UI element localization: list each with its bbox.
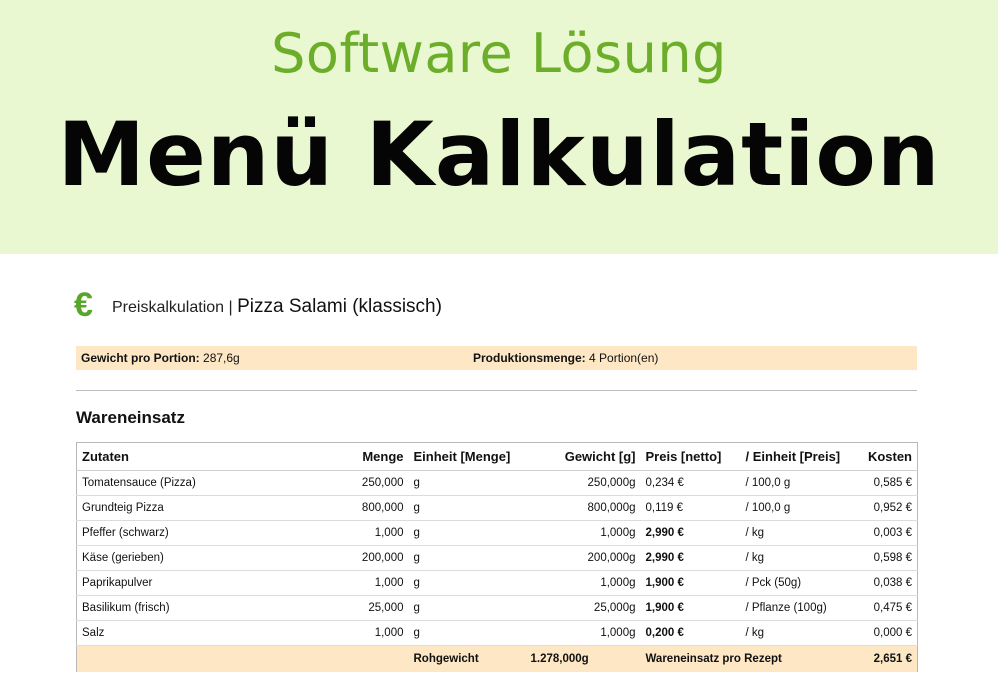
- section-title: Wareneinsatz: [76, 408, 185, 427]
- production-value: 4 Portion(en): [589, 351, 659, 365]
- cell-einheit: g: [408, 495, 525, 521]
- cell-kosten: 0,585 €: [858, 470, 918, 496]
- cell-kosten: 0,952 €: [858, 495, 918, 521]
- cell-einheit-preis: / Pflanze (100g): [740, 595, 859, 621]
- cell-preis: 0,200 €: [640, 620, 741, 646]
- table-row: Salz 1,000 g 1,000g 0,200 € / kg 0,000 €: [76, 620, 918, 646]
- cell-gewicht: 1,000g: [524, 620, 641, 646]
- cell-gewicht: 800,000g: [524, 495, 641, 521]
- cell-preis: 0,119 €: [640, 495, 741, 521]
- cell-kosten: 0,003 €: [858, 520, 918, 546]
- header-kosten: Kosten: [858, 442, 918, 471]
- euro-icon: €: [74, 286, 93, 324]
- cell-menge: 1,000: [342, 620, 409, 646]
- banner-subtitle: Software Lösung: [271, 22, 727, 85]
- table-row: Käse (gerieben) 200,000 g 200,000g 2,990…: [76, 545, 918, 571]
- cell-kosten: 0,038 €: [858, 570, 918, 596]
- table-row: Paprikapulver 1,000 g 1,000g 1,900 € / P…: [76, 570, 918, 596]
- cell-zutat: Pfeffer (schwarz): [76, 520, 343, 546]
- table-row: Grundteig Pizza 800,000 g 800,000g 0,119…: [76, 495, 918, 521]
- header-zutaten: Zutaten: [76, 442, 343, 471]
- cell-einheit: g: [408, 620, 525, 646]
- header-menge: Menge: [342, 442, 409, 471]
- header-gewicht: Gewicht [g]: [524, 442, 641, 471]
- weight-value: 287,6g: [203, 351, 240, 365]
- cell-menge: 200,000: [342, 545, 409, 571]
- table-row: Tomatensauce (Pizza) 250,000 g 250,000g …: [76, 470, 918, 496]
- cell-preis: 1,900 €: [640, 595, 741, 621]
- cell-preis: 2,990 €: [640, 545, 741, 571]
- wareneinsatz-label: Wareneinsatz pro Rezept: [640, 645, 859, 672]
- production-quantity: Produktionsmenge: 4 Portion(en): [473, 351, 658, 365]
- cell-kosten: 0,598 €: [858, 545, 918, 571]
- cell-zutat: Basilikum (frisch): [76, 595, 343, 621]
- cell-einheit: g: [408, 570, 525, 596]
- table-header-row: Zutaten Menge Einheit [Menge] Gewicht [g…: [76, 442, 918, 471]
- cell-zutat: Käse (gerieben): [76, 545, 343, 571]
- table-row: Basilikum (frisch) 25,000 g 25,000g 1,90…: [76, 595, 918, 621]
- header-einheit-preis: / Einheit [Preis]: [740, 442, 859, 471]
- cell-gewicht: 1,000g: [524, 570, 641, 596]
- cell-zutat: Tomatensauce (Pizza): [76, 470, 343, 496]
- dish-name: Pizza Salami (klassisch): [237, 296, 442, 317]
- title-banner: Software Lösung Menü Kalkulation: [0, 0, 998, 254]
- portion-info-bar: Gewicht pro Portion: 287,6g Produktionsm…: [76, 346, 917, 370]
- cell-menge: 800,000: [342, 495, 409, 521]
- cell-einheit-preis: / Pck (50g): [740, 570, 859, 596]
- weight-label: Gewicht pro Portion:: [81, 351, 200, 365]
- cell-gewicht: 25,000g: [524, 595, 641, 621]
- heading-separator: |: [228, 299, 233, 316]
- production-label: Produktionsmenge:: [473, 351, 586, 365]
- cell-einheit-preis: / kg: [740, 545, 859, 571]
- cell-einheit-preis: / 100,0 g: [740, 495, 859, 521]
- cell-einheit-preis: / kg: [740, 520, 859, 546]
- cell-einheit: g: [408, 520, 525, 546]
- cell-menge: 250,000: [342, 470, 409, 496]
- cell-preis: 1,900 €: [640, 570, 741, 596]
- weight-per-portion: Gewicht pro Portion: 287,6g: [81, 351, 240, 365]
- cell-gewicht: 250,000g: [524, 470, 641, 496]
- wareneinsatz-value: 2,651 €: [858, 645, 918, 672]
- document-heading: Preiskalkulation | Pizza Salami (klassis…: [112, 296, 442, 318]
- cell-menge: 1,000: [342, 520, 409, 546]
- cell-zutat: Grundteig Pizza: [76, 495, 343, 521]
- cell-einheit: g: [408, 595, 525, 621]
- cell-gewicht: 1,000g: [524, 520, 641, 546]
- cell-kosten: 0,000 €: [858, 620, 918, 646]
- divider: [76, 390, 917, 391]
- header-einheit-menge: Einheit [Menge]: [408, 442, 525, 471]
- cell-einheit: g: [408, 545, 525, 571]
- cell-einheit: g: [408, 470, 525, 496]
- cell-zutat: Salz: [76, 620, 343, 646]
- table-row: Pfeffer (schwarz) 1,000 g 1,000g 2,990 €…: [76, 520, 918, 546]
- rohgewicht-value: 1.278,000g: [524, 645, 641, 672]
- cell-preis: 0,234 €: [640, 470, 741, 496]
- cell-kosten: 0,475 €: [858, 595, 918, 621]
- document-label: Preiskalkulation: [112, 299, 225, 316]
- cell-menge: 25,000: [342, 595, 409, 621]
- header-preis: Preis [netto]: [640, 442, 741, 471]
- cell-zutat: Paprikapulver: [76, 570, 343, 596]
- cell-gewicht: 200,000g: [524, 545, 641, 571]
- cell-einheit-preis: / kg: [740, 620, 859, 646]
- cell-einheit-preis: / 100,0 g: [740, 470, 859, 496]
- cell-menge: 1,000: [342, 570, 409, 596]
- rohgewicht-label: Rohgewicht: [408, 645, 525, 672]
- ingredients-table: Zutaten Menge Einheit [Menge] Gewicht [g…: [76, 442, 918, 672]
- cell-preis: 2,990 €: [640, 520, 741, 546]
- banner-title: Menü Kalkulation: [57, 103, 941, 206]
- table-footer-row: Rohgewicht 1.278,000g Wareneinsatz pro R…: [76, 645, 918, 672]
